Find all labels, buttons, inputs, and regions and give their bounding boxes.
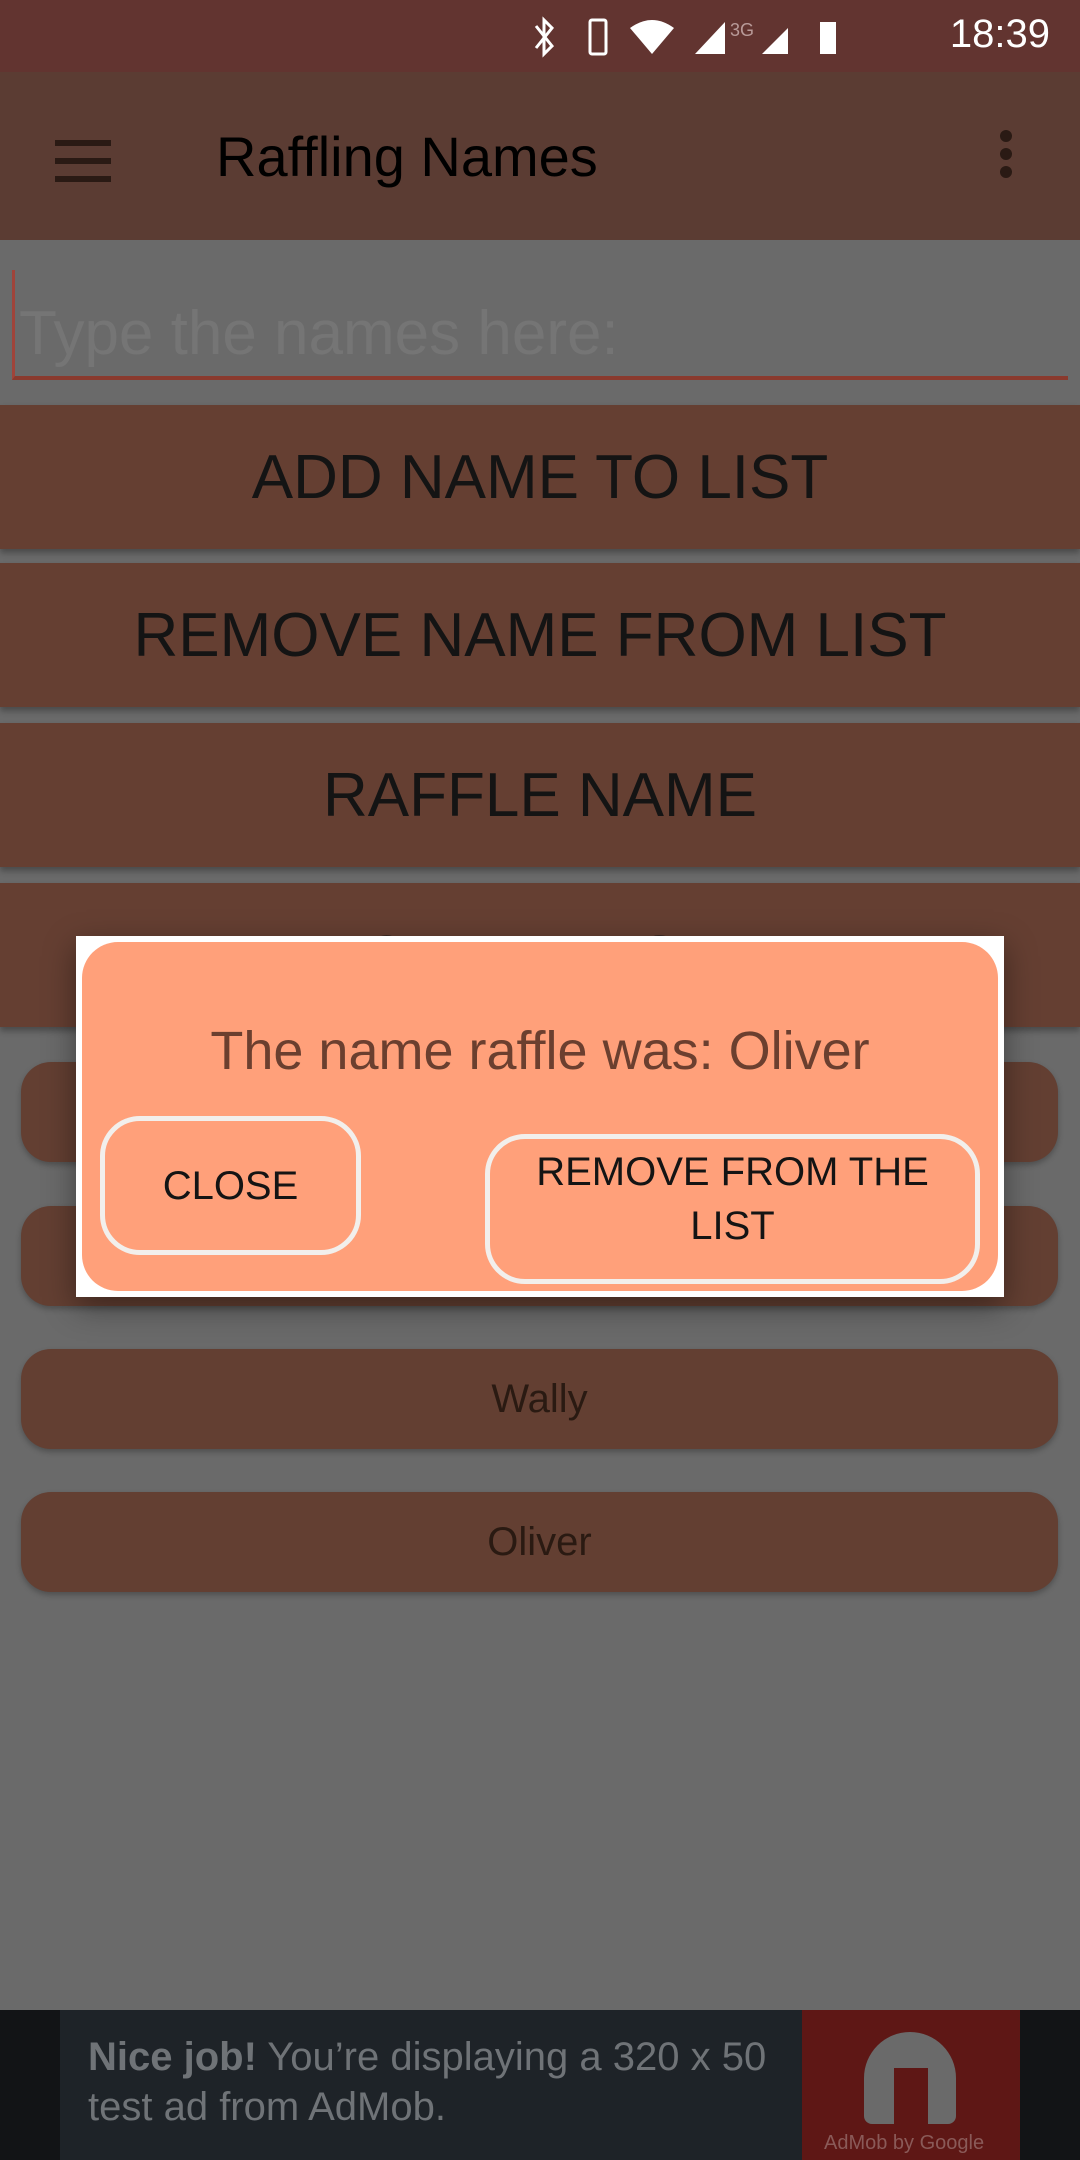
logo-cutout: [894, 2068, 928, 2124]
dialog-message: The name raffle was: Oliver: [210, 1021, 870, 1081]
app-title: Raffling Names: [216, 125, 598, 188]
raffle-name-button[interactable]: RAFFLE NAME: [0, 723, 1080, 867]
signal-icon: [695, 22, 725, 54]
battery-icon: [820, 22, 836, 54]
add-name-button[interactable]: ADD NAME TO LIST: [0, 405, 1080, 549]
ad-text: Nice job! You’re displaying a 320 x 50 t…: [88, 2032, 788, 2132]
remove-name-button[interactable]: REMOVE NAME FROM LIST: [0, 563, 1080, 707]
names-input[interactable]: [12, 270, 1068, 380]
more-vert-icon: [1000, 130, 1012, 142]
network-type: 3G: [730, 20, 754, 40]
remove-from-list-button[interactable]: REMOVE FROM THE LIST: [485, 1134, 980, 1284]
raffle-result-dialog: The name raffle was: Oliver CLOSE REMOVE…: [76, 936, 1004, 1297]
menu-icon[interactable]: [55, 158, 111, 164]
clock: 18:39: [949, 12, 1050, 56]
status-bar: 3G 18:39: [0, 0, 1080, 72]
more-vert-icon: [1000, 148, 1012, 160]
wifi-icon: [630, 20, 674, 54]
ad-brand: AdMob by Google: [824, 2132, 985, 2154]
list-item[interactable]: Oliver: [21, 1492, 1058, 1592]
more-vert-icon: [1000, 166, 1012, 178]
close-button[interactable]: CLOSE: [100, 1116, 361, 1255]
vibrate-icon: [588, 18, 608, 56]
ad-bold: Nice job!: [88, 2035, 257, 2079]
overflow-menu-button[interactable]: [990, 122, 1034, 202]
app-bar: Raffling Names: [0, 72, 1080, 240]
bluetooth-icon: [534, 16, 555, 58]
admob-logo: AdMob by Google: [802, 2010, 1020, 2160]
list-item[interactable]: Wally: [21, 1349, 1058, 1449]
status-icons: 3G: [534, 16, 836, 58]
ad-banner[interactable]: Nice job! You’re displaying a 320 x 50 t…: [0, 2010, 1080, 2160]
